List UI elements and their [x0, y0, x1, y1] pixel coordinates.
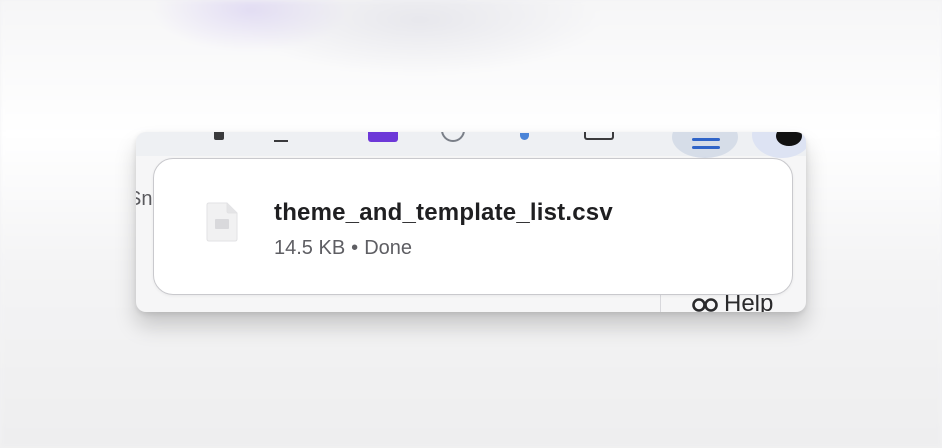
document-file-icon — [206, 202, 238, 242]
menu-line-icon — [692, 138, 720, 141]
download-file-name[interactable]: theme_and_template_list.csv — [274, 199, 613, 227]
download-file-size: 14.5 KB — [274, 237, 346, 259]
downloads-button[interactable] — [672, 132, 738, 158]
download-status: 14.5 KB • Done — [274, 237, 412, 260]
toolbar-glyph-icon[interactable] — [214, 132, 224, 140]
download-state: Done — [364, 237, 412, 259]
menu-line-icon — [692, 146, 720, 149]
star-icon[interactable] — [274, 132, 288, 142]
account-circle-icon[interactable] — [441, 132, 465, 142]
page-left-edge-text: Sn — [136, 188, 153, 210]
divider — [660, 292, 661, 312]
browser-toolbar — [136, 132, 806, 158]
infinity-loop-icon — [692, 297, 718, 312]
extension-dot-icon[interactable] — [520, 133, 529, 140]
extension-icon[interactable] — [368, 132, 398, 142]
status-separator: • — [351, 237, 359, 259]
window-box-icon[interactable] — [584, 132, 614, 140]
download-popup[interactable]: theme_and_template_list.csv 14.5 KB • Done — [153, 158, 793, 295]
